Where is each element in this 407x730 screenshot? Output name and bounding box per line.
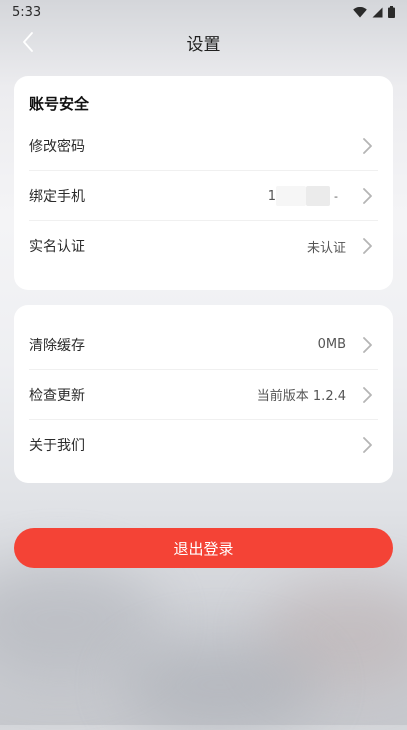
- phone-suffix: -: [334, 189, 338, 203]
- row-clear-cache[interactable]: 清除缓存 0MB: [29, 320, 378, 370]
- row-value: 未认证: [306, 240, 346, 256]
- row-label: 实名认证: [29, 239, 85, 255]
- page-title: 设置: [186, 35, 221, 55]
- chevron-right-icon: [363, 337, 372, 353]
- phone-prefix: 1: [267, 188, 277, 204]
- chevron-right-icon: [363, 387, 372, 403]
- status-bar: 5:33: [0, 0, 407, 24]
- redaction-block: [306, 186, 331, 206]
- row-value: 0MB: [317, 337, 346, 352]
- row-label: 修改密码: [29, 138, 85, 155]
- chevron-right-icon: [363, 138, 372, 154]
- row-label: 绑定手机: [29, 188, 85, 205]
- account-security-card: 账号安全 修改密码 绑定手机 1 - 实名认证 未认证: [14, 76, 393, 290]
- phone-number-masked: 1 -: [268, 186, 338, 206]
- status-time: 5:33: [12, 4, 42, 20]
- general-settings-card: 清除缓存 0MB 检查更新 当前版本 1.2.4 关于我们: [14, 305, 393, 483]
- row-value: 当前版本 1.2.4: [256, 389, 346, 404]
- row-about-us[interactable]: 关于我们: [29, 420, 378, 470]
- row-label: 清除缓存: [29, 337, 85, 354]
- chevron-right-icon: [363, 238, 372, 254]
- row-change-password[interactable]: 修改密码: [29, 121, 378, 171]
- redaction-block: [276, 186, 307, 206]
- chevron-right-icon: [363, 437, 372, 453]
- row-real-name-verification[interactable]: 实名认证 未认证: [29, 221, 378, 271]
- row-bind-phone[interactable]: 绑定手机 1 -: [29, 171, 378, 221]
- row-label: 检查更新: [29, 387, 85, 404]
- section-title-account-security: 账号安全: [29, 95, 90, 113]
- wifi-icon: [353, 6, 367, 17]
- cellular-signal-icon: [372, 7, 383, 17]
- row-check-update[interactable]: 检查更新 当前版本 1.2.4: [29, 370, 378, 420]
- nav-bar: 设置: [0, 24, 407, 60]
- battery-icon: [388, 6, 395, 18]
- chevron-right-icon: [363, 188, 372, 204]
- status-icons: [353, 6, 395, 18]
- row-label: 关于我们: [29, 438, 85, 454]
- logout-button[interactable]: 退出登录: [14, 528, 393, 568]
